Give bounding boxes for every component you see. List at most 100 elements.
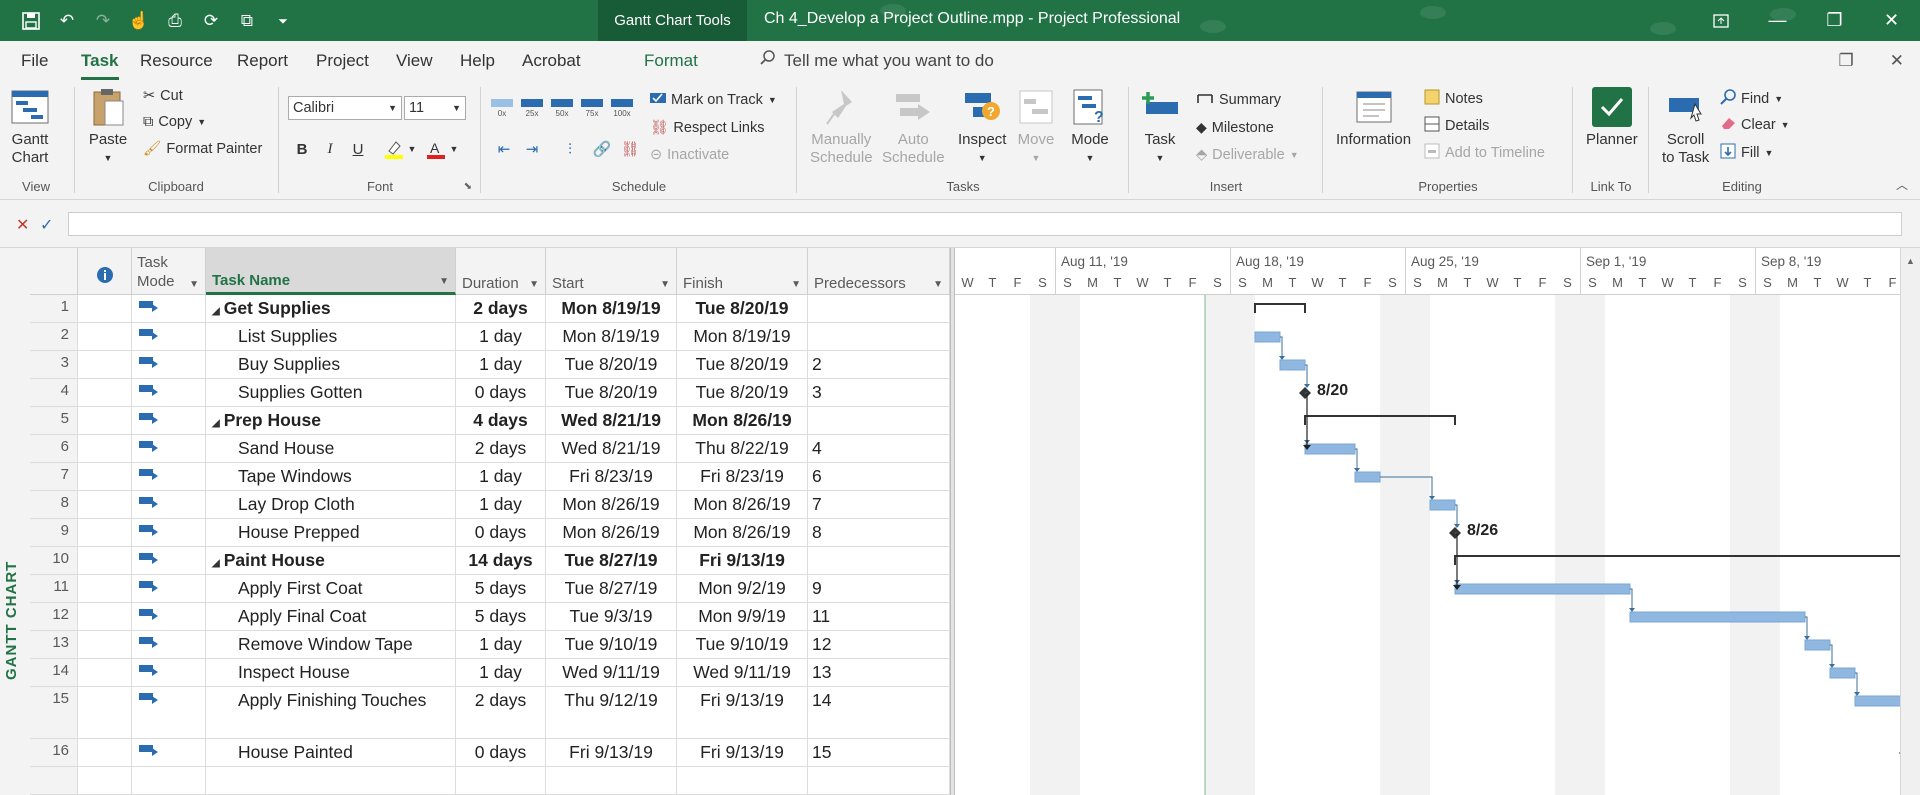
filter-dropdown-icon[interactable]: ▼ <box>529 279 539 290</box>
new-window-icon[interactable]: ⧉ <box>234 8 260 34</box>
vertical-scrollbar[interactable]: ▲ <box>1900 248 1920 795</box>
task-name-cell[interactable]: Tape Windows <box>206 463 456 491</box>
task-bar[interactable] <box>1629 611 1806 623</box>
start-cell[interactable]: Tue 8/20/19 <box>546 379 677 407</box>
save-icon[interactable] <box>18 8 44 34</box>
finish-column-header[interactable]: Finish ▼ <box>677 248 808 295</box>
task-mode-cell[interactable] <box>132 547 206 575</box>
collapse-ribbon-icon[interactable]: ︿ <box>1896 176 1908 193</box>
task-bar[interactable] <box>1804 639 1831 651</box>
start-cell[interactable]: Mon 8/26/19 <box>546 491 677 519</box>
duration-cell[interactable]: 2 days <box>456 295 546 323</box>
percent-100-button[interactable]: 100x <box>610 99 634 123</box>
duration-cell[interactable]: 0 days <box>456 379 546 407</box>
row-number[interactable]: 15 <box>30 687 78 739</box>
task-name-cell[interactable]: Lay Drop Cloth <box>206 491 456 519</box>
predecessors-cell[interactable]: 6 <box>808 463 950 491</box>
indicators-cell[interactable] <box>78 351 132 379</box>
predecessors-cell[interactable]: 2 <box>808 351 950 379</box>
sync-icon[interactable]: ⟳ <box>198 8 224 34</box>
summary-bar[interactable] <box>1304 415 1456 425</box>
collapse-icon[interactable]: ◢ <box>212 418 220 429</box>
duration-column-header[interactable]: Duration ▼ <box>456 248 546 295</box>
predecessors-cell[interactable]: 11 <box>808 603 950 631</box>
predecessors-cell[interactable] <box>808 407 950 435</box>
finish-cell[interactable]: Mon 8/26/19 <box>677 407 808 435</box>
find-button[interactable]: Find ▼ <box>1720 89 1783 109</box>
row-number[interactable]: 8 <box>30 491 78 519</box>
task-bar[interactable] <box>1429 499 1456 511</box>
finish-cell[interactable]: Tue 8/20/19 <box>677 379 808 407</box>
task-bar[interactable] <box>1279 359 1306 371</box>
entry-field[interactable] <box>68 212 1902 236</box>
predecessors-cell[interactable]: 7 <box>808 491 950 519</box>
start-cell[interactable]: Tue 8/27/19 <box>546 547 677 575</box>
row-number[interactable]: 9 <box>30 519 78 547</box>
row-number[interactable]: 4 <box>30 379 78 407</box>
inspect-button[interactable]: ? Inspect ▼ <box>958 87 1006 167</box>
task-mode-cell[interactable] <box>132 575 206 603</box>
start-cell[interactable]: Thu 9/12/19 <box>546 687 677 739</box>
percent-75-button[interactable]: 75x <box>580 99 604 123</box>
dependency-arrow[interactable] <box>1429 496 1435 500</box>
accept-entry-icon[interactable]: ✓ <box>40 215 53 235</box>
duration-cell[interactable]: 4 days <box>456 407 546 435</box>
unlink-tasks-icon[interactable]: ⛓ <box>618 137 642 161</box>
start-cell[interactable]: Mon 8/26/19 <box>546 519 677 547</box>
row-number[interactable]: 2 <box>30 323 78 351</box>
manually-schedule-button[interactable]: Manually Schedule <box>810 87 873 167</box>
touch-mode-icon[interactable]: ☝ <box>126 8 152 34</box>
predecessors-cell[interactable]: 13 <box>808 659 950 687</box>
finish-cell[interactable]: Fri 8/23/19 <box>677 463 808 491</box>
table-row[interactable]: 16 House Painted 0 days Fri 9/13/19 Fri 9/13… <box>30 739 950 767</box>
indicators-cell[interactable] <box>78 407 132 435</box>
tab-help[interactable]: Help <box>460 51 495 71</box>
tab-project[interactable]: Project <box>316 51 369 71</box>
task-name-cell[interactable]: ◢ Paint House <box>206 547 456 575</box>
underline-button[interactable]: U <box>346 137 370 161</box>
duration-cell[interactable]: 1 day <box>456 463 546 491</box>
finish-cell[interactable]: Mon 8/26/19 <box>677 519 808 547</box>
mark-on-track-button[interactable]: Mark on Track ▼ <box>650 91 777 109</box>
task-bar[interactable] <box>1304 443 1356 455</box>
restore-icon[interactable]: ❐ <box>1806 0 1863 41</box>
tab-task[interactable]: Task <box>81 51 119 80</box>
summary-bar[interactable] <box>1454 555 1900 565</box>
table-row[interactable]: 5 ◢ Prep House 4 days Wed 8/21/19 Mon 8/26/19 <box>30 407 950 435</box>
duration-cell[interactable]: 5 days <box>456 603 546 631</box>
row-number[interactable]: 13 <box>30 631 78 659</box>
duration-cell[interactable]: 0 days <box>456 739 546 767</box>
start-cell[interactable]: Wed 9/11/19 <box>546 659 677 687</box>
start-column-header[interactable]: Start ▼ <box>546 248 677 295</box>
finish-cell[interactable]: Fri 9/13/19 <box>677 687 808 739</box>
task-mode-cell[interactable] <box>132 491 206 519</box>
indicators-cell[interactable] <box>78 687 132 739</box>
predecessors-cell[interactable]: 3 <box>808 379 950 407</box>
predecessors-cell[interactable]: 8 <box>808 519 950 547</box>
task-mode-cell[interactable] <box>132 295 206 323</box>
start-cell[interactable]: Tue 8/20/19 <box>546 351 677 379</box>
empty-cell[interactable] <box>546 767 677 795</box>
percent-50-button[interactable]: 50x <box>550 99 574 123</box>
task-name-cell[interactable]: List Supplies <box>206 323 456 351</box>
empty-cell[interactable] <box>677 767 808 795</box>
chevron-down-icon[interactable]: ▼ <box>442 137 466 161</box>
table-row[interactable]: 9 House Prepped 0 days Mon 8/26/19 Mon 8/26/… <box>30 519 950 547</box>
start-cell[interactable]: Fri 8/23/19 <box>546 463 677 491</box>
duration-cell[interactable]: 1 day <box>456 659 546 687</box>
table-row[interactable]: 12 Apply Final Coat 5 days Tue 9/3/19 Mon 9/… <box>30 603 950 631</box>
duration-cell[interactable]: 1 day <box>456 323 546 351</box>
predecessors-cell[interactable] <box>808 547 950 575</box>
clear-button[interactable]: Clear ▼ <box>1720 116 1790 134</box>
tab-acrobat[interactable]: Acrobat <box>522 51 581 71</box>
indicators-cell[interactable] <box>78 659 132 687</box>
dependency-arrow[interactable] <box>1804 636 1810 640</box>
start-cell[interactable]: Wed 8/21/19 <box>546 435 677 463</box>
mode-button[interactable]: ? Mode ▼ <box>1070 87 1110 167</box>
task-name-cell[interactable]: Apply First Coat <box>206 575 456 603</box>
filter-dropdown-icon[interactable]: ▼ <box>439 276 449 287</box>
milestone-button[interactable]: ◆ Milestone <box>1196 119 1274 136</box>
task-mode-cell[interactable] <box>132 659 206 687</box>
filter-dropdown-icon[interactable]: ▼ <box>660 279 670 290</box>
indicators-column-header[interactable] <box>78 248 132 295</box>
